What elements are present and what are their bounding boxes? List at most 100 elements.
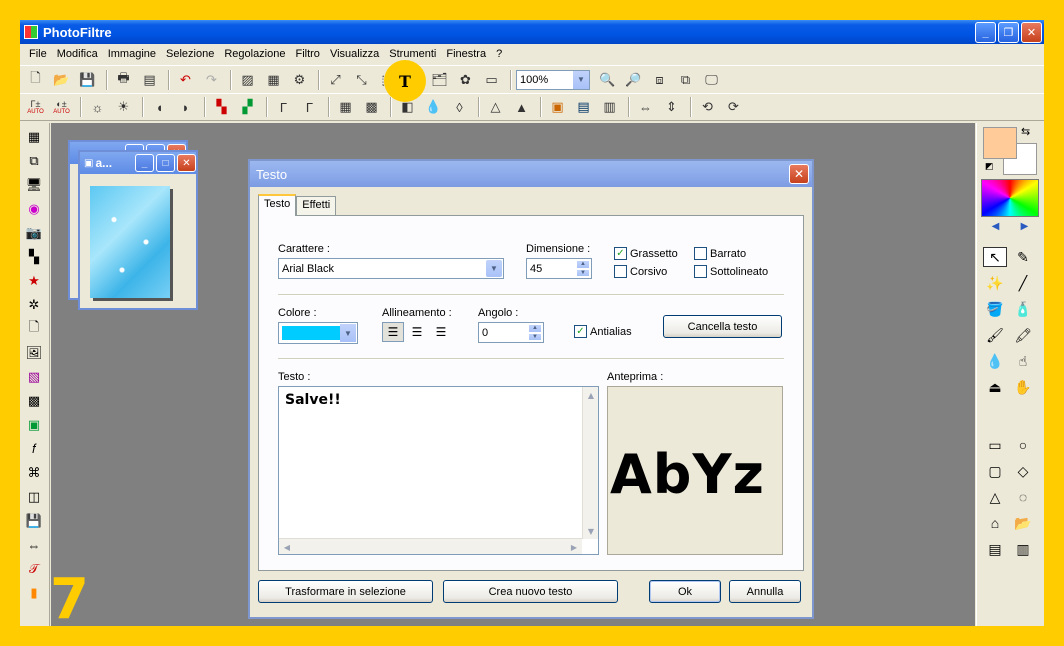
tab-testo[interactable]: Testo	[258, 194, 297, 216]
new-text-button[interactable]: Crea nuovo testo	[443, 580, 618, 603]
chevron-down-icon[interactable]: ▼	[486, 260, 502, 277]
palette-icon[interactable]: ▦	[262, 69, 285, 91]
maximize-button[interactable]: □	[156, 154, 175, 172]
ellipse-icon[interactable]: ○	[1011, 435, 1035, 455]
gradient-stripe-icon[interactable]: ▧	[24, 367, 44, 387]
drop-icon[interactable]: 💧	[422, 96, 445, 118]
brightness-minus-icon[interactable]: ☼	[86, 96, 109, 118]
image-window[interactable]: ▣ a... _ □ ✕	[78, 150, 198, 310]
brush-icon[interactable]: 🖌	[983, 325, 1007, 345]
menu-help[interactable]: ?	[491, 48, 507, 60]
zoom-out-icon[interactable]: 🔎	[622, 69, 645, 91]
canvas-size-icon[interactable]: ⤡	[350, 69, 373, 91]
minimize-button[interactable]: _	[975, 22, 996, 43]
star-icon[interactable]: ★	[24, 271, 44, 291]
strike-checkbox[interactable]: Barrato	[694, 247, 746, 260]
auto-contrast-icon[interactable]: ◐± AUTO	[50, 96, 73, 118]
circle-icon[interactable]: ◉	[24, 199, 44, 219]
print-icon[interactable]: 🖶	[112, 69, 135, 91]
zoom-in-icon[interactable]: 🔍	[596, 69, 619, 91]
effect-1-icon[interactable]: ▣	[546, 96, 569, 118]
gradient-bar-icon[interactable]: ▮	[24, 583, 44, 603]
fit-window-icon[interactable]: ⧈	[648, 69, 671, 91]
open-folder-icon[interactable]: 📂	[50, 69, 73, 91]
redo-icon[interactable]: ↷	[200, 69, 223, 91]
saturation-plus-icon[interactable]: ▞	[236, 96, 259, 118]
hand-icon[interactable]: ✋	[1011, 377, 1035, 397]
stamp-icon[interactable]: ⏏	[983, 377, 1007, 397]
underline-checkbox[interactable]: Sottolineato	[694, 265, 768, 278]
maximize-button[interactable]: ❐	[998, 22, 1019, 43]
magic-wand-icon[interactable]: ✨	[983, 273, 1007, 293]
note-icon[interactable]: 🗋	[24, 319, 44, 339]
rotate-right-icon[interactable]: ⟳	[722, 96, 745, 118]
scroll-left-icon[interactable]: ◀	[279, 539, 295, 555]
rounded-rect-icon[interactable]: ▢	[983, 461, 1007, 481]
eyedropper-icon[interactable]: ✎	[1011, 247, 1035, 267]
save-2000-icon[interactable]: 💾	[24, 511, 44, 531]
font-select[interactable]: Arial Black ▼	[278, 258, 504, 279]
rotate-left-icon[interactable]: ⟲	[696, 96, 719, 118]
bug-icon[interactable]: ✲	[24, 295, 44, 315]
spray-icon[interactable]: 🧴	[1011, 299, 1035, 319]
menu-regolazione[interactable]: Regolazione	[219, 48, 290, 60]
gamma-minus-icon[interactable]: Γ	[272, 96, 295, 118]
text-tool-icon[interactable]: T	[384, 60, 426, 102]
mosaic-icon[interactable]: ▩	[360, 96, 383, 118]
triangle-icon[interactable]: △	[983, 487, 1007, 507]
gradient-icon[interactable]: ▨	[236, 69, 259, 91]
transform-selection-button[interactable]: Trasformare in selezione	[258, 580, 433, 603]
pattern-icon[interactable]: ▩	[24, 391, 44, 411]
effect-3-icon[interactable]: ▥	[598, 96, 621, 118]
clear-text-button[interactable]: Cancella testo	[663, 315, 782, 338]
reset-colors-icon[interactable]: ◩	[985, 161, 994, 172]
open-shape-icon[interactable]: 📂	[1011, 513, 1035, 533]
rings-icon[interactable]: ⌘	[24, 463, 44, 483]
antialias-checkbox[interactable]: ✓ Antialias	[574, 325, 632, 338]
dialog-close-icon[interactable]: ✕	[789, 164, 809, 184]
blur-drop-icon[interactable]: 💧	[983, 351, 1007, 371]
contrast-minus-icon[interactable]: ◖	[148, 96, 171, 118]
menu-modifica[interactable]: Modifica	[52, 48, 103, 60]
flip-horizontal-icon[interactable]: ⇔	[634, 96, 657, 118]
gamma-plus-icon[interactable]: Γ	[298, 96, 321, 118]
horizontal-scrollbar[interactable]: ◀ ▶	[279, 538, 582, 554]
menu-selezione[interactable]: Selezione	[161, 48, 219, 60]
auto-levels-icon[interactable]: Γ± AUTO	[24, 96, 47, 118]
chevron-down-icon[interactable]: ▼	[340, 324, 356, 342]
menu-filtro[interactable]: Filtro	[290, 48, 324, 60]
sharpen-icon[interactable]: △	[484, 96, 507, 118]
flip-icon[interactable]: ⇔	[24, 535, 44, 555]
saturation-minus-icon[interactable]: ▚	[210, 96, 233, 118]
polygon-icon[interactable]: ⌂	[983, 513, 1007, 533]
actual-size-icon[interactable]: ⧉	[674, 69, 697, 91]
chevron-down-icon[interactable]: ▼	[573, 70, 589, 89]
menu-strumenti[interactable]: Strumenti	[384, 48, 441, 60]
scanner-icon[interactable]: ▤	[138, 69, 161, 91]
smudge-icon[interactable]: ☝	[1011, 351, 1035, 371]
frame-icon[interactable]: ▣	[24, 415, 44, 435]
foreground-color-swatch[interactable]	[983, 127, 1017, 159]
text-input[interactable]: Salve!! ▲ ▼ ◀ ▶	[278, 386, 599, 555]
fullscreen-icon[interactable]: 🖵	[700, 69, 723, 91]
contrast-plus-icon[interactable]: ◗	[174, 96, 197, 118]
zoom-select[interactable]: 100% ▼	[516, 69, 590, 90]
rectangle-icon[interactable]: ▭	[983, 435, 1007, 455]
spin-up-icon[interactable]: ▲	[528, 324, 542, 333]
ok-button[interactable]: Ok	[649, 580, 721, 603]
spin-down-icon[interactable]: ▼	[576, 268, 590, 277]
brightness-plus-icon[interactable]: ☀	[112, 96, 135, 118]
spin-down-icon[interactable]: ▼	[528, 332, 542, 341]
tab-effetti[interactable]: Effetti	[296, 196, 337, 216]
advanced-brush-icon[interactable]: 🖍	[1011, 325, 1035, 345]
color-select[interactable]: ▼	[278, 322, 358, 344]
menu-file[interactable]: File	[24, 48, 52, 60]
italic-checkbox[interactable]: Corsivo	[614, 265, 667, 278]
transparency-icon[interactable]: ⚙	[288, 69, 311, 91]
menu-visualizza[interactable]: Visualizza	[325, 48, 384, 60]
palette-prev-icon[interactable]: ◀	[992, 221, 1000, 235]
new-file-icon[interactable]: 🗋	[24, 69, 47, 91]
sharpen-more-icon[interactable]: ▲	[510, 96, 533, 118]
spin-up-icon[interactable]: ▲	[576, 260, 590, 269]
flip-vertical-icon[interactable]: ⇕	[660, 96, 683, 118]
